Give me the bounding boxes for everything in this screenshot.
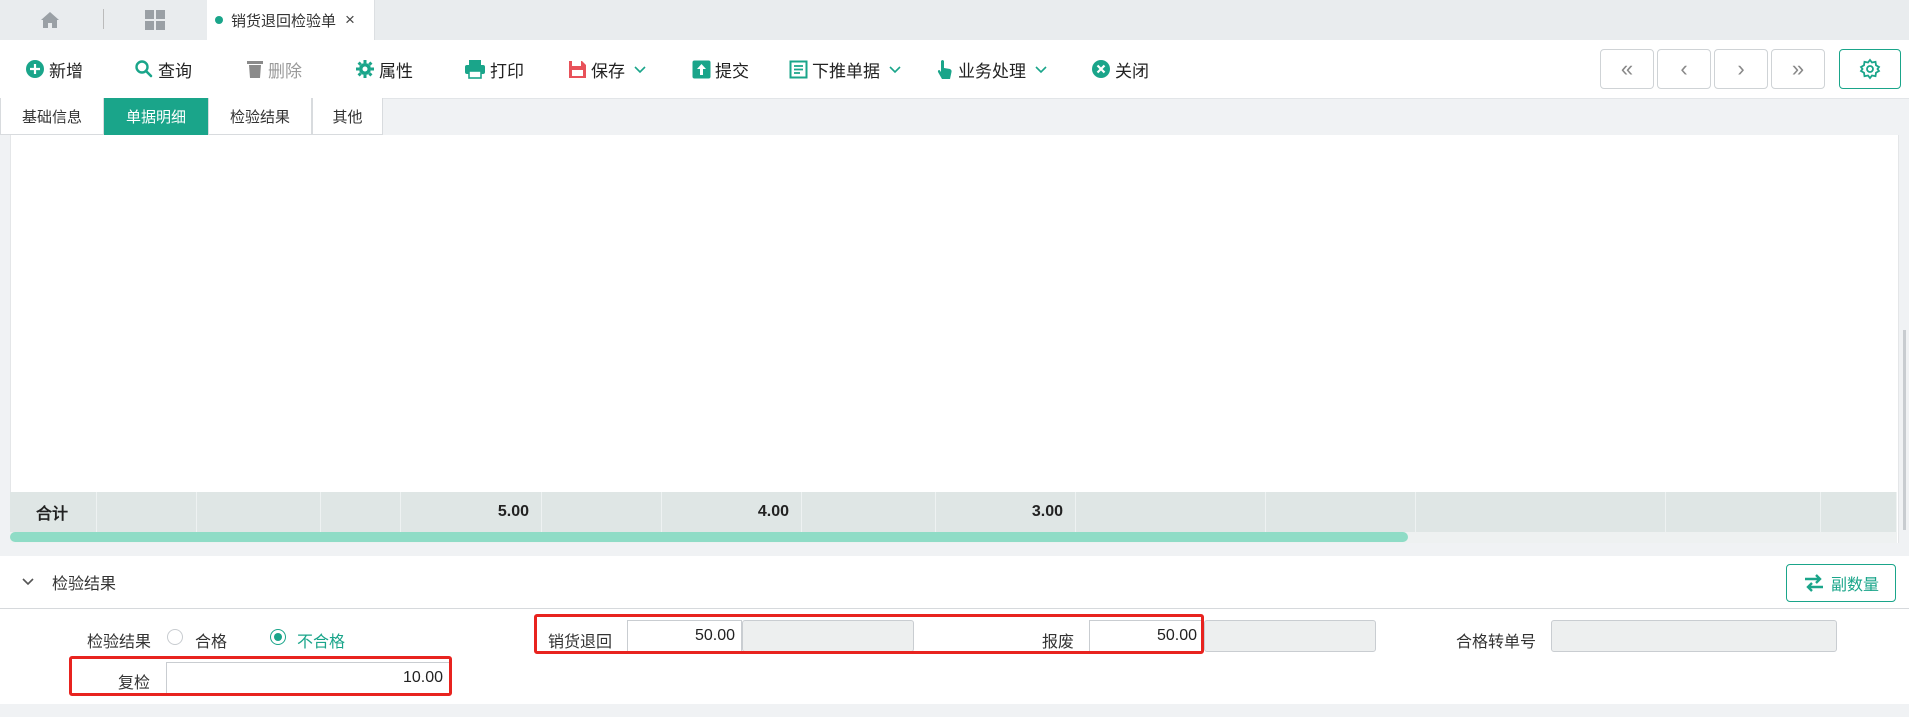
chevron-down-icon[interactable] [1034,64,1048,74]
close-button-label: 关闭 [1115,61,1149,81]
result-label: 检验结果 [87,634,152,651]
summary-row: 合计 5.00 4.00 3.00 [10,492,1897,532]
prev-record-button[interactable]: ‹ [1657,49,1711,89]
summary-cell [321,492,401,532]
trash-icon [247,61,263,78]
summary-cell-qty-1: 5.00 [401,492,542,532]
summary-cell [542,492,662,532]
transfer-doc-label: 合格转单号 [1456,634,1537,651]
tab-bar-divider [103,9,104,29]
summary-cell-qty-3: 3.00 [936,492,1076,532]
push-down-button[interactable]: 下推单据 [789,56,906,82]
radio-pass-label[interactable]: 合格 [195,628,227,652]
add-button[interactable]: 新增 [25,56,83,82]
summary-cell [1821,492,1897,532]
home-button[interactable] [30,8,70,32]
save-button[interactable]: 保存 [568,56,651,82]
summary-cell [1266,492,1416,532]
page-tab[interactable]: 销货退回检验单 × [207,0,375,40]
secondary-quantity-button[interactable]: 副数量 [1786,564,1896,602]
first-record-button[interactable]: « [1600,49,1654,89]
submit-button-label: 提交 [715,61,749,81]
document-icon [789,60,808,78]
query-button[interactable]: 查询 [134,56,192,82]
push-down-button-label: 下推单据 [812,61,880,81]
delete-button-label: 删除 [268,61,302,81]
summary-cell [802,492,936,532]
print-button[interactable]: 打印 [464,56,524,82]
apps-button[interactable] [135,8,175,32]
search-icon [135,60,153,78]
chevron-down-icon[interactable] [633,64,647,74]
summary-cell [1416,492,1666,532]
collapse-chevron-icon[interactable] [20,576,36,588]
detail-grid [10,135,1899,543]
home-icon [41,12,59,28]
tab-inspection-result[interactable]: 检验结果 [208,98,312,135]
gear-icon [356,60,374,78]
double-left-chevron-icon: « [1620,56,1634,81]
bottom-margin [0,704,1909,717]
plus-circle-icon [26,60,44,78]
horizontal-scrollbar-thumb[interactable] [10,532,1408,542]
chevron-down-icon[interactable] [888,64,902,74]
summary-label: 合计 [10,492,97,532]
properties-button-label: 属性 [379,61,413,81]
business-process-button[interactable]: 业务处理 [936,56,1052,82]
hand-pointer-icon [937,59,952,79]
printer-icon [465,60,485,79]
summary-cell [1666,492,1821,532]
summary-cell [97,492,197,532]
tab-document-details[interactable]: 单据明细 [104,98,208,135]
tab-basic-info[interactable]: 基础信息 [0,98,104,135]
add-button-label: 新增 [49,61,83,81]
save-icon [569,60,586,78]
upload-icon [692,60,711,78]
inspection-section-header [0,556,1909,609]
section-title: 检验结果 [52,576,117,593]
left-chevron-icon: ‹ [1680,56,1688,81]
save-button-label: 保存 [591,61,625,81]
close-button[interactable]: 关闭 [1091,56,1149,82]
delete-button[interactable]: 删除 [246,56,302,82]
summary-cell-qty-2: 4.00 [662,492,802,532]
summary-cell [1076,492,1266,532]
business-process-button-label: 业务处理 [958,61,1026,81]
query-button-label: 查询 [158,61,192,81]
radio-fail[interactable] [270,629,286,645]
right-chevron-icon: › [1737,56,1745,81]
radio-pass[interactable] [167,629,183,645]
secondary-quantity-label: 副数量 [1830,577,1879,594]
active-dot-icon [215,16,223,24]
swap-arrows-icon [1804,574,1823,592]
double-right-chevron-icon: » [1791,56,1805,81]
submit-button[interactable]: 提交 [692,56,749,82]
print-button-label: 打印 [490,61,524,81]
summary-cell [197,492,321,532]
tab-other[interactable]: 其他 [312,98,383,135]
highlight-box [69,656,452,696]
vertical-scrollbar[interactable] [1903,330,1906,530]
radio-fail-label[interactable]: 不合格 [297,628,345,652]
close-circle-icon [1092,60,1110,78]
last-record-button[interactable]: » [1771,49,1825,89]
next-record-button[interactable]: › [1714,49,1768,89]
gear-icon [1859,58,1881,80]
close-tab-icon[interactable]: × [345,10,355,30]
highlight-box [534,614,1204,654]
grid-icon [145,10,165,30]
scrap-unit-field [1204,620,1376,652]
properties-button[interactable]: 属性 [355,56,413,82]
page-tab-label: 销货退回检验单 [231,12,337,30]
transfer-doc-field [1551,620,1837,652]
settings-button[interactable] [1839,49,1901,89]
